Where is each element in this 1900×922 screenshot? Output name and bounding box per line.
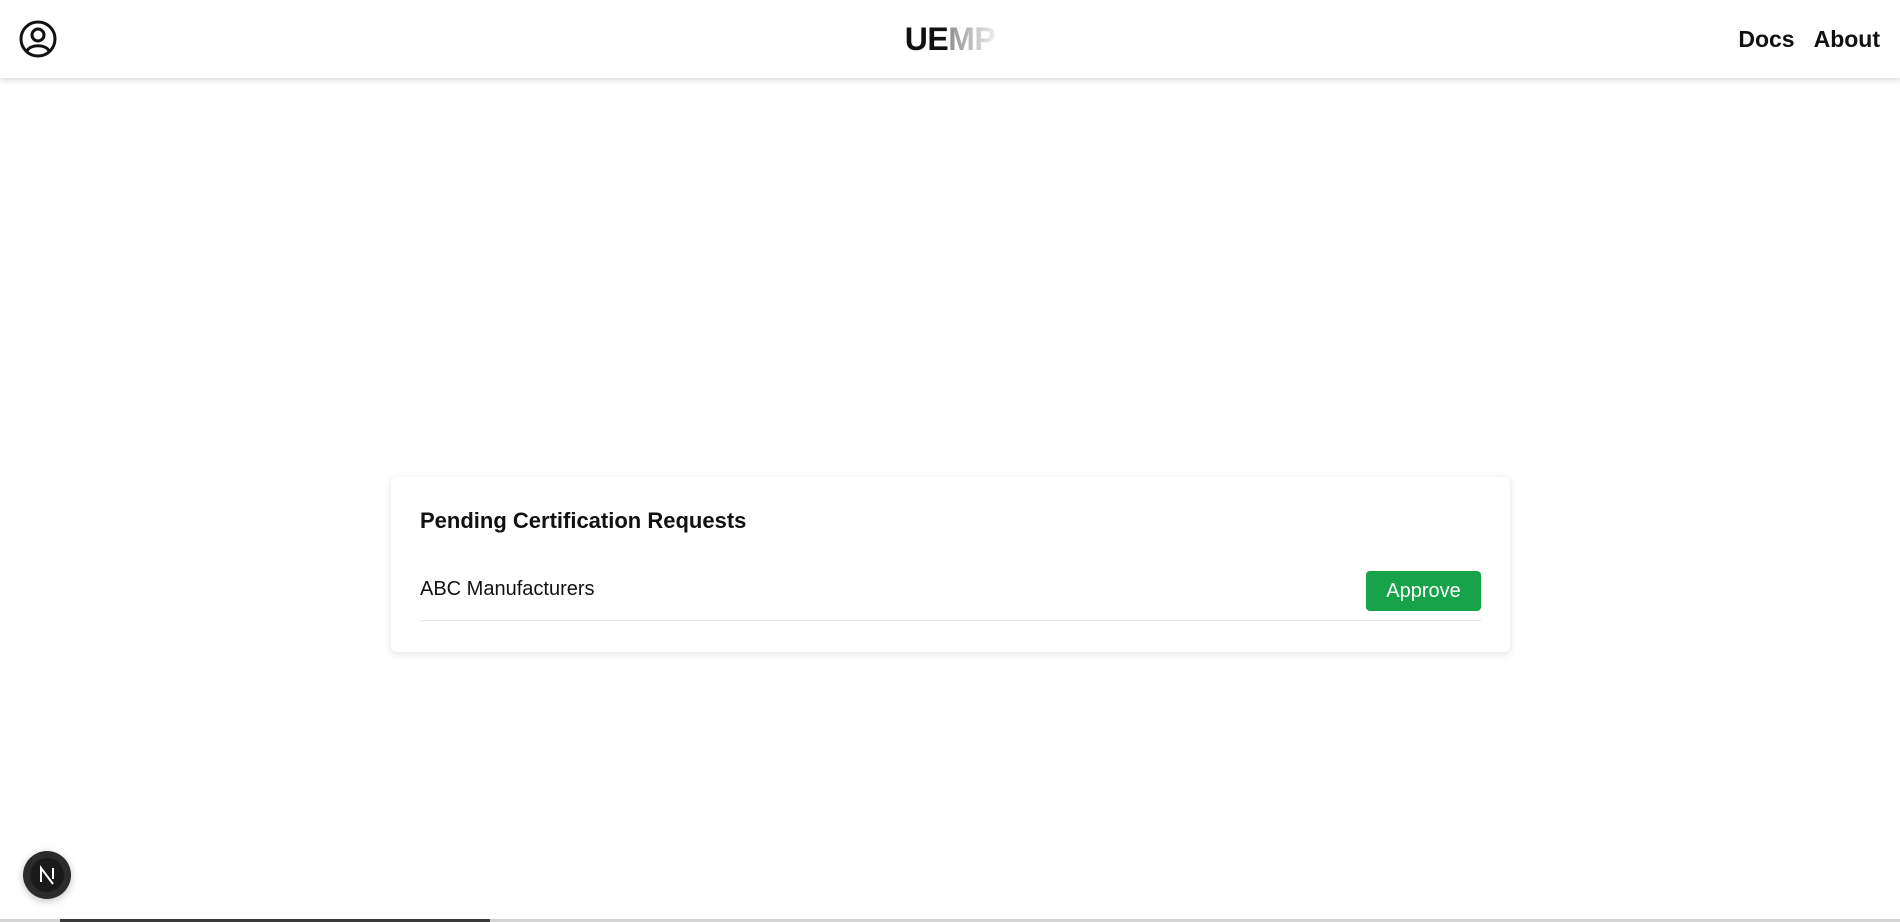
brand-logo-fade: MP <box>948 21 996 57</box>
top-navbar: UEMP Docs About <box>0 0 1900 78</box>
approve-button[interactable]: Approve <box>1366 571 1481 611</box>
brand-logo[interactable]: UEMP <box>0 22 1900 56</box>
nextjs-logo-icon <box>23 851 71 899</box>
list-item: ABC Manufacturers Approve <box>420 571 1481 621</box>
nav-links: Docs About <box>1738 25 1880 53</box>
brand-logo-solid: UE <box>904 21 949 57</box>
pending-requests-card: Pending Certification Requests ABC Manuf… <box>391 477 1510 652</box>
card-title: Pending Certification Requests <box>420 508 747 533</box>
nav-link-docs[interactable]: Docs <box>1738 25 1794 53</box>
nav-link-about[interactable]: About <box>1814 25 1880 53</box>
request-company-name: ABC Manufacturers <box>420 578 595 600</box>
nextjs-dev-badge[interactable] <box>23 851 71 899</box>
